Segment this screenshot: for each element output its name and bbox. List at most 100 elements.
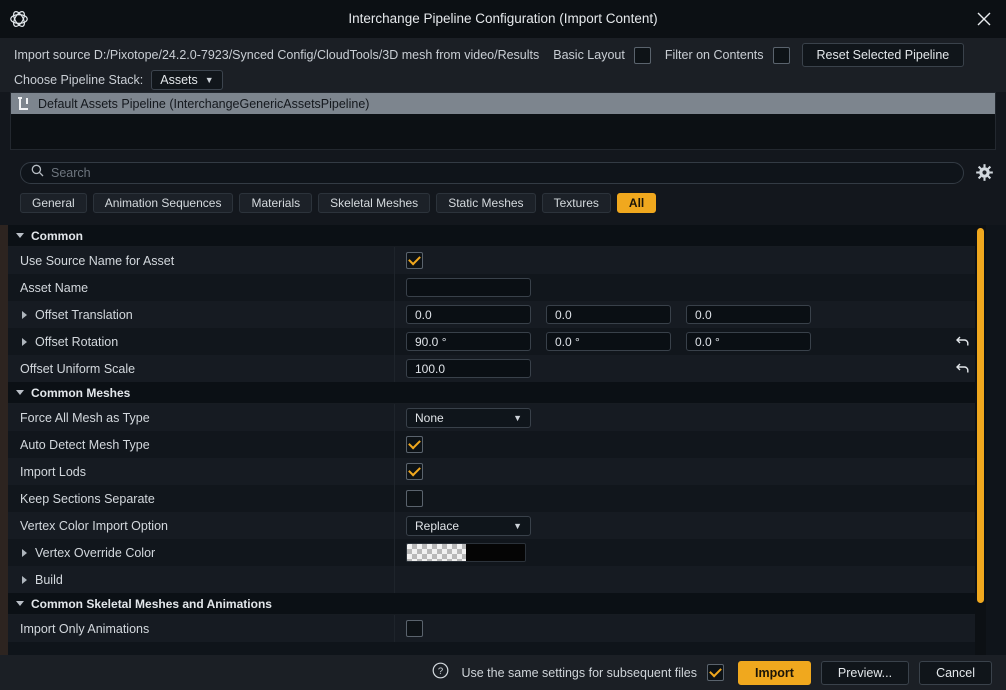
property-color-swatch[interactable] <box>406 543 526 562</box>
color-alpha-preview <box>407 544 466 561</box>
basic-layout-label: Basic Layout <box>553 48 625 62</box>
help-circle-icon[interactable]: ? <box>432 662 449 684</box>
property-value-cell <box>395 615 983 642</box>
pipeline-stack-select[interactable]: Assets ▼ <box>151 70 222 90</box>
section-header-common-skeletal-meshes-and-animations[interactable]: Common Skeletal Meshes and Animations <box>8 593 983 615</box>
title-bar: Interchange Pipeline Configuration (Impo… <box>0 0 1006 38</box>
toolbar-row-primary: Import source D:/Pixotope/24.2.0-7923/Sy… <box>0 42 1006 68</box>
property-label: Offset Rotation <box>35 335 118 349</box>
property-label: Vertex Color Import Option <box>20 519 168 533</box>
color-solid-preview <box>466 544 525 561</box>
property-label-cell: Vertex Color Import Option <box>8 512 395 539</box>
property-label: Keep Sections Separate <box>20 492 155 506</box>
property-value-cell <box>395 247 983 274</box>
property-row: Offset Uniform Scale 100.0 <box>8 355 983 382</box>
tab-all[interactable]: All <box>617 193 656 213</box>
property-number-input-x[interactable]: 0.0 <box>406 305 531 324</box>
property-label: Vertex Override Color <box>35 546 155 560</box>
property-number-input[interactable]: 100.0 <box>406 359 531 378</box>
property-label: Import Lods <box>20 465 86 479</box>
tab-materials[interactable]: Materials <box>239 193 312 213</box>
property-dropdown-value: None <box>415 411 444 425</box>
pipeline-stack-label: Choose Pipeline Stack: <box>14 73 143 87</box>
property-number-input-z[interactable]: 0.0 <box>686 305 811 324</box>
filter-on-contents-checkbox[interactable] <box>773 47 790 64</box>
chevron-down-icon: ▼ <box>513 521 522 531</box>
property-dropdown-value: Replace <box>415 519 459 533</box>
property-value-cell: 100.0 <box>395 355 983 382</box>
search-icon <box>31 164 44 182</box>
import-button[interactable]: Import <box>738 661 811 685</box>
chevron-down-icon <box>16 233 24 238</box>
search-input[interactable] <box>51 166 953 180</box>
basic-layout-checkbox[interactable] <box>634 47 651 64</box>
revert-icon[interactable] <box>955 333 971 349</box>
preview-button[interactable]: Preview... <box>821 661 909 685</box>
property-label-cell: Offset Uniform Scale <box>8 355 395 382</box>
property-label-cell: Use Source Name for Asset <box>8 247 395 274</box>
property-number-input-x[interactable]: 90.0 ° <box>406 332 531 351</box>
filter-tabs: General Animation SequencesMaterials Skele… <box>20 193 656 213</box>
property-label: Offset Uniform Scale <box>20 362 135 376</box>
property-label-cell: Keep Sections Separate <box>8 485 395 512</box>
property-label-cell: Vertex Override Color <box>8 539 395 566</box>
chevron-right-icon[interactable] <box>22 311 27 319</box>
tab-skeletal-meshes[interactable]: Skeletal Meshes <box>318 193 430 213</box>
property-row: Keep Sections Separate <box>8 485 983 512</box>
property-number-input-y[interactable]: 0.0 <box>546 305 671 324</box>
property-number-input-y[interactable]: 0.0 ° <box>546 332 671 351</box>
same-settings-label: Use the same settings for subsequent fil… <box>461 666 697 680</box>
property-label-cell: Force All Mesh as Type <box>8 404 395 431</box>
property-checkbox[interactable] <box>406 490 423 507</box>
property-value-cell: 90.0 ° 0.0 ° 0.0 ° <box>395 328 983 355</box>
property-checkbox[interactable] <box>406 252 423 269</box>
property-label-cell: Offset Translation <box>8 301 395 328</box>
property-value-cell: 0.0 0.0 0.0 <box>395 301 983 328</box>
property-label: Use Source Name for Asset <box>20 254 174 268</box>
interchange-pipeline-dialog: Interchange Pipeline Configuration (Impo… <box>0 0 1006 690</box>
tab-animation-sequences[interactable]: Animation Sequences <box>93 193 234 213</box>
property-number-input-z[interactable]: 0.0 ° <box>686 332 811 351</box>
property-row: Import Only Animations <box>8 615 983 642</box>
property-checkbox[interactable] <box>406 436 423 453</box>
chevron-right-icon[interactable] <box>22 576 27 584</box>
property-label-cell: Auto Detect Mesh Type <box>8 431 395 458</box>
pipeline-list-item[interactable]: Default Assets Pipeline (InterchangeGene… <box>11 93 995 114</box>
toolbar: Import source D:/Pixotope/24.2.0-7923/Sy… <box>0 38 1006 92</box>
property-row: Vertex Color Import Option Replace ▼ <box>8 512 983 539</box>
section-header-common[interactable]: Common <box>8 225 983 247</box>
filter-on-contents-label: Filter on Contents <box>665 48 764 62</box>
property-value-cell <box>395 539 983 566</box>
reset-selected-pipeline-button[interactable]: Reset Selected Pipeline <box>802 43 965 67</box>
property-dropdown[interactable]: Replace ▼ <box>406 516 531 536</box>
tab-textures[interactable]: Textures <box>542 193 611 213</box>
toolbar-row-secondary: Choose Pipeline Stack: Assets ▼ <box>0 68 223 92</box>
revert-icon[interactable] <box>955 360 971 376</box>
property-checkbox[interactable] <box>406 620 423 637</box>
property-text-input[interactable] <box>406 278 531 297</box>
tab-general[interactable]: General <box>20 193 87 213</box>
property-dropdown[interactable]: None▼ <box>406 408 531 428</box>
tab-static-meshes[interactable]: Static Meshes <box>436 193 535 213</box>
svg-text:?: ? <box>438 666 443 677</box>
same-settings-checkbox[interactable] <box>707 664 724 681</box>
details-scrollbar-thumb[interactable] <box>977 228 984 603</box>
chevron-right-icon[interactable] <box>22 338 27 346</box>
close-icon[interactable] <box>962 0 1006 38</box>
section-title: Common <box>31 229 83 243</box>
details-left-accent <box>0 225 8 655</box>
property-label-cell: Asset Name <box>8 274 395 301</box>
gear-icon[interactable] <box>976 164 993 186</box>
property-label-cell: Import Only Animations <box>8 615 395 642</box>
chevron-down-icon <box>16 390 24 395</box>
property-label: Force All Mesh as Type <box>20 411 150 425</box>
details-rows: Common Use Source Name for Asset Asset Nam… <box>8 225 983 642</box>
property-value-cell: None▼ <box>395 404 983 431</box>
property-checkbox[interactable] <box>406 463 423 480</box>
cancel-button[interactable]: Cancel <box>919 661 992 685</box>
property-label-cell: Offset Rotation <box>8 328 395 355</box>
search-box[interactable] <box>20 162 964 184</box>
chevron-right-icon[interactable] <box>22 549 27 557</box>
property-row: Offset Translation 0.0 0.0 0.0 <box>8 301 983 328</box>
section-header-common-meshes[interactable]: Common Meshes <box>8 382 983 404</box>
